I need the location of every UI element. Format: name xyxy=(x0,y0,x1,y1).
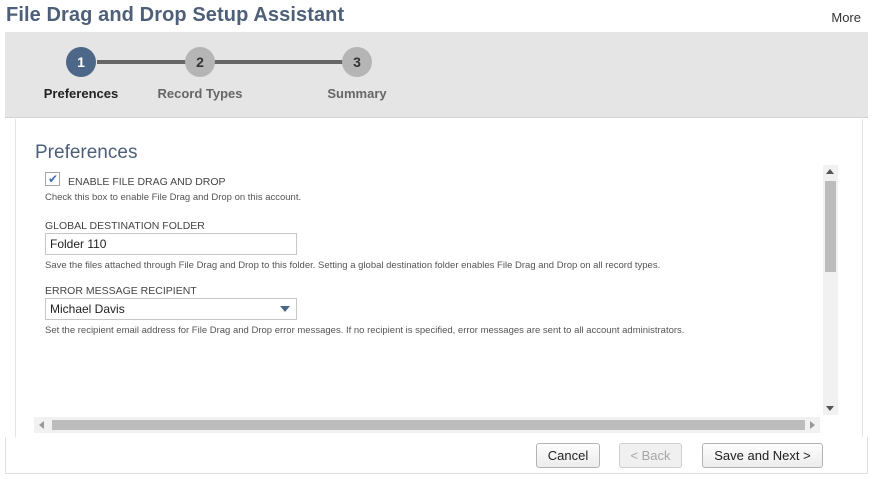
wizard-progress: 1 2 3 Preferences Record Types Summary xyxy=(5,32,868,118)
step-2-circle[interactable]: 2 xyxy=(185,47,215,77)
error-recipient-label: ERROR MESSAGE RECIPIENT xyxy=(45,285,197,297)
scroll-down-icon[interactable] xyxy=(826,406,834,411)
more-link[interactable]: More xyxy=(831,10,861,25)
scroll-right-icon[interactable] xyxy=(810,421,815,429)
horizontal-scrollbar[interactable] xyxy=(34,417,820,433)
step-2-label[interactable]: Record Types xyxy=(151,86,249,101)
enable-drag-drop-help: Check this box to enable File Drag and D… xyxy=(45,192,302,203)
error-recipient-value: Michael Davis xyxy=(50,302,125,316)
error-recipient-help: Set the recipient email address for File… xyxy=(45,325,685,336)
step-3-label[interactable]: Summary xyxy=(317,86,397,101)
step-connector xyxy=(213,60,350,64)
back-button[interactable]: < Back xyxy=(619,443,682,468)
step-1-circle[interactable]: 1 xyxy=(66,47,96,77)
vertical-scroll-thumb[interactable] xyxy=(825,181,836,272)
step-connector xyxy=(97,60,193,64)
horizontal-scroll-thumb[interactable] xyxy=(52,420,805,430)
scroll-left-icon[interactable] xyxy=(39,421,44,429)
cancel-button[interactable]: Cancel xyxy=(536,443,600,468)
destination-folder-input[interactable] xyxy=(45,233,297,255)
vertical-scrollbar[interactable] xyxy=(823,165,838,415)
page-title: File Drag and Drop Setup Assistant xyxy=(6,4,345,26)
scroll-up-icon[interactable] xyxy=(826,169,834,174)
destination-folder-label: GLOBAL DESTINATION FOLDER xyxy=(45,220,205,232)
step-3-circle[interactable]: 3 xyxy=(342,47,372,77)
chevron-down-icon[interactable] xyxy=(280,306,290,312)
step-1-label[interactable]: Preferences xyxy=(41,86,121,101)
save-and-next-button[interactable]: Save and Next > xyxy=(702,443,823,468)
destination-folder-help: Save the files attached through File Dra… xyxy=(45,260,661,271)
error-recipient-select[interactable]: Michael Davis xyxy=(45,298,297,320)
section-title: Preferences xyxy=(35,142,138,163)
enable-drag-drop-label: ENABLE FILE DRAG AND DROP xyxy=(68,176,226,188)
checkmark-icon: ✔ xyxy=(48,172,59,186)
enable-drag-drop-checkbox[interactable]: ✔ xyxy=(45,172,60,186)
